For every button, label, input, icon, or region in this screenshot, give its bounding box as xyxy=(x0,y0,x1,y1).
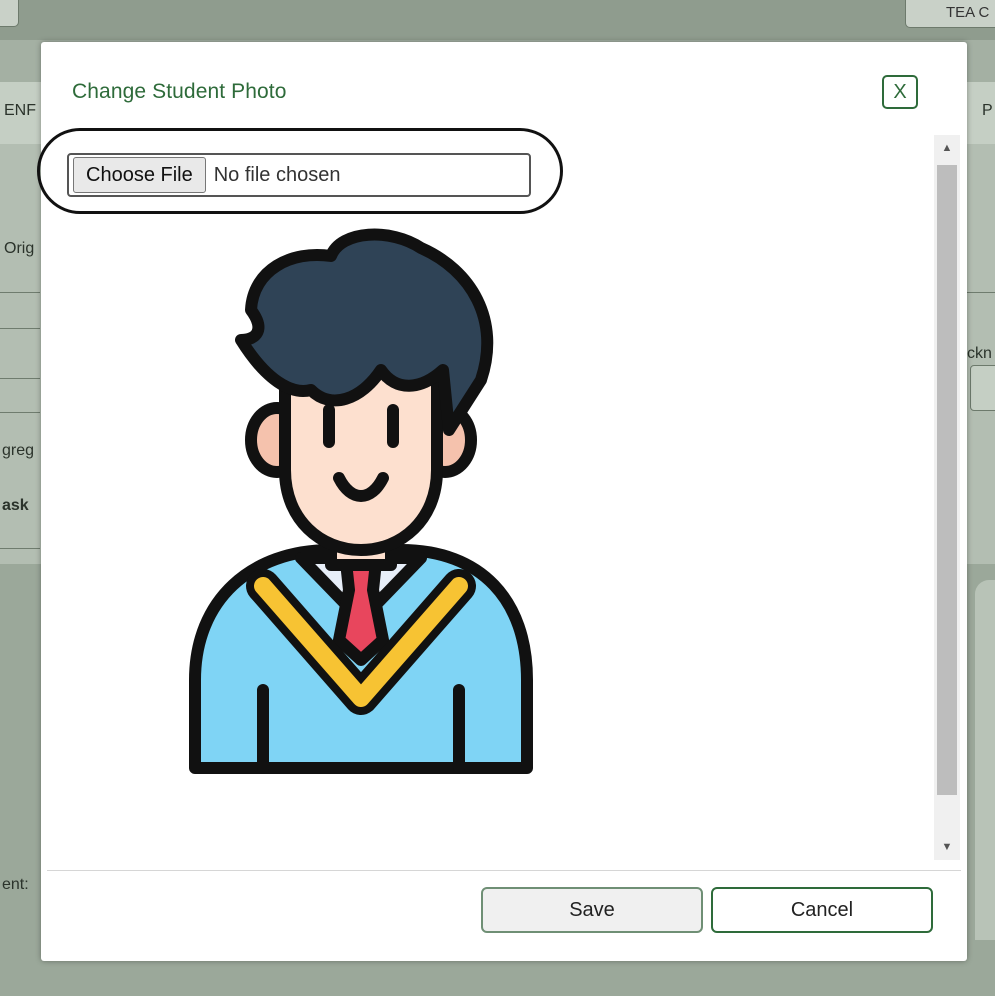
close-button[interactable]: X xyxy=(882,75,918,109)
background-divider xyxy=(967,292,995,293)
background-input xyxy=(970,365,995,411)
background-card xyxy=(975,580,995,940)
background-text-fragment: ckn xyxy=(967,345,992,362)
background-text-fragment: ENF xyxy=(4,102,36,119)
change-photo-dialog: Change Student Photo X Choose File No fi… xyxy=(37,42,967,961)
close-icon: X xyxy=(893,80,907,103)
dialog-title: Change Student Photo xyxy=(72,80,287,103)
background-divider xyxy=(0,328,40,329)
background-top-button: TEA C xyxy=(905,0,995,28)
scroll-down-arrow-icon[interactable]: ▼ xyxy=(934,834,960,860)
file-input[interactable]: Choose File No file chosen xyxy=(67,153,531,197)
background-text-fragment: ask xyxy=(2,497,29,514)
background-text-fragment: ent: xyxy=(2,876,29,893)
background-top-left-button xyxy=(0,0,19,27)
background-top-bar xyxy=(0,0,995,40)
choose-file-button[interactable]: Choose File xyxy=(73,157,206,193)
student-photo xyxy=(181,220,541,780)
background-text-fragment: Orig xyxy=(4,240,35,257)
scroll-up-arrow-icon[interactable]: ▲ xyxy=(934,135,960,161)
scroll-thumb[interactable] xyxy=(937,165,957,795)
background-divider xyxy=(0,412,40,413)
save-button[interactable]: Save xyxy=(481,887,703,933)
student-avatar-icon xyxy=(189,228,533,774)
cancel-button[interactable]: Cancel xyxy=(711,887,933,933)
background-divider xyxy=(0,378,40,379)
footer-divider xyxy=(47,870,961,871)
background-text-fragment: P xyxy=(982,102,993,119)
file-status-text: No file chosen xyxy=(213,163,341,186)
background-text-fragment: greg xyxy=(2,442,35,459)
background-divider xyxy=(0,548,40,549)
dialog-scrollbar[interactable]: ▲ ▼ xyxy=(934,135,960,860)
background-divider xyxy=(0,292,40,293)
